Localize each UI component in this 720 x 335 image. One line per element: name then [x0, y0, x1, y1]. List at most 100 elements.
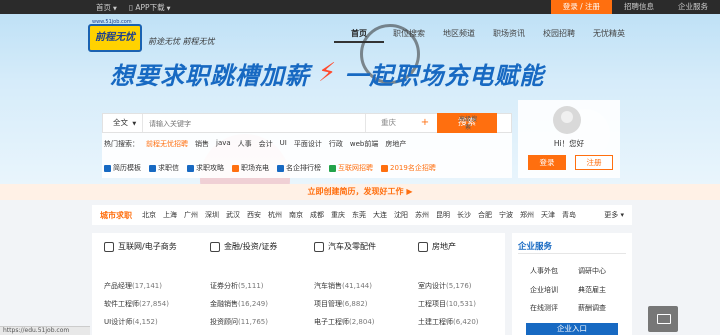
- hot-search-item[interactable]: 平面设计: [294, 139, 322, 149]
- search-bar: 全文 ▼ 重庆 + 搜索: [102, 113, 512, 133]
- job-link[interactable]: 软件工程师(27,854): [104, 299, 169, 309]
- login-register-link[interactable]: 登录 / 注册: [550, 0, 612, 14]
- city-link[interactable]: 长沙: [457, 210, 471, 220]
- hot-search-item[interactable]: web前端: [350, 139, 378, 149]
- enterprise-link[interactable]: 薪酬调查: [578, 303, 606, 313]
- hot-search-item[interactable]: 行政: [329, 139, 343, 149]
- more-cities-link[interactable]: 更多 ▾: [604, 210, 624, 220]
- job-link[interactable]: 证券分析(5,111): [210, 281, 264, 291]
- nav-job-search[interactable]: 职位搜索: [384, 27, 434, 43]
- job-name: 项目管理: [314, 300, 342, 308]
- city-link[interactable]: 武汉: [226, 210, 240, 220]
- job-link[interactable]: 工程项目(10,531): [418, 299, 476, 309]
- nav-campus[interactable]: 校园招聘: [534, 27, 584, 43]
- logo-url: www.51job.com: [92, 19, 132, 25]
- job-link[interactable]: 金融销售(16,249): [210, 299, 268, 309]
- hot-searches: 热门搜索： 前程无忧招聘 销售 java 人事 会计 UI 平面设计 行政 we…: [102, 139, 406, 149]
- category-title[interactable]: 汽车及零配件: [314, 241, 376, 252]
- banner-headline[interactable]: 想要求职跳槽加薪 ⚡ 一起职场充电赋能: [110, 56, 610, 90]
- site-logo[interactable]: www.51job.com 前程无忧: [88, 19, 142, 52]
- category-title[interactable]: 金融/投资/证券: [210, 241, 277, 252]
- city-link[interactable]: 青岛: [562, 210, 576, 220]
- nav-home[interactable]: 首页: [334, 27, 384, 43]
- category-title[interactable]: 房地产: [418, 241, 456, 252]
- city-link[interactable]: 广州: [184, 210, 198, 220]
- tool-job-guide[interactable]: 求职攻略: [187, 163, 224, 173]
- advanced-search-link[interactable]: 高级搜索: [458, 116, 478, 132]
- city-select[interactable]: 重庆: [365, 114, 411, 132]
- city-link[interactable]: 重庆: [331, 210, 345, 220]
- hot-search-item[interactable]: 会计: [259, 139, 273, 149]
- nav-career-news[interactable]: 职场资讯: [484, 27, 534, 43]
- enterprise-entry-button[interactable]: 企业入口: [526, 323, 618, 335]
- hot-search-item[interactable]: 人事: [238, 139, 252, 149]
- home-menu[interactable]: 首页 ▼: [96, 2, 117, 13]
- job-link[interactable]: 土建工程师(6,420): [418, 317, 479, 327]
- city-link[interactable]: 宁波: [499, 210, 513, 220]
- chat-icon[interactable]: [648, 306, 678, 332]
- search-input[interactable]: [149, 117, 349, 130]
- nav-region[interactable]: 地区频道: [434, 27, 484, 43]
- hot-search-item[interactable]: 前程无忧招聘: [146, 139, 188, 149]
- city-link[interactable]: 昆明: [436, 210, 450, 220]
- enterprise-link[interactable]: 企业培训: [530, 285, 558, 295]
- job-name: 工程项目: [418, 300, 446, 308]
- car-icon: [314, 241, 324, 252]
- recruit-info-link[interactable]: 招聘信息: [612, 0, 666, 14]
- tool-label: 职场充电: [241, 164, 269, 172]
- job-link[interactable]: 汽车销售(41,144): [314, 281, 372, 291]
- tool-internet-jobs[interactable]: 互联网招聘: [329, 163, 373, 173]
- city-link[interactable]: 深圳: [205, 210, 219, 220]
- tool-links: 简历模板 求职信 求职攻略 职场充电 名企排行榜 互联网招聘 2019名企招聘: [102, 160, 436, 176]
- city-link[interactable]: 合肥: [478, 210, 492, 220]
- enterprise-link[interactable]: 调研中心: [578, 266, 606, 276]
- tool-career-charge[interactable]: 职场充电: [232, 163, 269, 173]
- enterprise-link[interactable]: 人事外包: [530, 266, 558, 276]
- tool-2019-jobs[interactable]: 2019名企招聘: [381, 163, 436, 173]
- city-link[interactable]: 北京: [142, 210, 156, 220]
- hot-search-label: 热门搜索：: [104, 140, 139, 148]
- login-button[interactable]: 登录: [528, 155, 566, 170]
- job-count: (2,804): [349, 318, 375, 326]
- enterprise-link[interactable]: 在线测评: [530, 303, 558, 313]
- hot-search-item[interactable]: 销售: [195, 139, 209, 149]
- search-type-select[interactable]: 全文 ▼: [103, 114, 143, 132]
- city-link[interactable]: 苏州: [415, 210, 429, 220]
- tool-cover-letter[interactable]: 求职信: [149, 163, 179, 173]
- monitor-icon: [104, 241, 114, 252]
- city-list: 北京 上海 广州 深圳 武汉 西安 杭州 南京 成都 重庆 东莞 大连 沈阳 苏…: [142, 210, 576, 220]
- job-link[interactable]: 投资顾问(11,765): [210, 317, 268, 327]
- job-link[interactable]: UI设计师(4,152): [104, 317, 158, 327]
- job-link[interactable]: 电子工程师(2,804): [314, 317, 375, 327]
- tool-company-ranking[interactable]: 名企排行榜: [277, 163, 321, 173]
- city-link[interactable]: 天津: [541, 210, 555, 220]
- city-link[interactable]: 大连: [373, 210, 387, 220]
- enterprise-link[interactable]: 典范雇主: [578, 285, 606, 295]
- create-resume-banner[interactable]: 立即创建简历，发现好工作 ▶: [0, 184, 720, 200]
- register-button[interactable]: 注册: [575, 155, 613, 170]
- city-link[interactable]: 郑州: [520, 210, 534, 220]
- hot-search-item[interactable]: UI: [280, 139, 287, 149]
- nav-elite[interactable]: 无忧精英: [584, 27, 634, 43]
- city-job-row: 城市求职 北京 上海 广州 深圳 武汉 西安 杭州 南京 成都 重庆 东莞 大连…: [92, 205, 632, 225]
- tool-resume-template[interactable]: 简历模板: [104, 163, 141, 173]
- home-link[interactable]: 首页: [96, 3, 111, 12]
- job-link[interactable]: 项目管理(6,882): [314, 299, 368, 309]
- enterprise-service-link[interactable]: 企业服务: [666, 0, 720, 14]
- city-link[interactable]: 杭州: [268, 210, 282, 220]
- job-link[interactable]: 室内设计(5,176): [418, 281, 472, 291]
- document-icon: [104, 164, 111, 172]
- city-link[interactable]: 上海: [163, 210, 177, 220]
- hot-search-item[interactable]: java: [216, 139, 231, 149]
- category-title[interactable]: 互联网/电子商务: [104, 241, 177, 252]
- city-link[interactable]: 西安: [247, 210, 261, 220]
- hot-search-item[interactable]: 房地产: [385, 139, 406, 149]
- city-link[interactable]: 南京: [289, 210, 303, 220]
- add-city-icon[interactable]: +: [413, 114, 437, 132]
- city-link[interactable]: 东莞: [352, 210, 366, 220]
- letter-icon: [149, 164, 156, 172]
- city-link[interactable]: 沈阳: [394, 210, 408, 220]
- app-download-link[interactable]: ▯ APP下载 ▼: [129, 2, 171, 13]
- city-link[interactable]: 成都: [310, 210, 324, 220]
- job-link[interactable]: 产品经理(17,141): [104, 281, 162, 291]
